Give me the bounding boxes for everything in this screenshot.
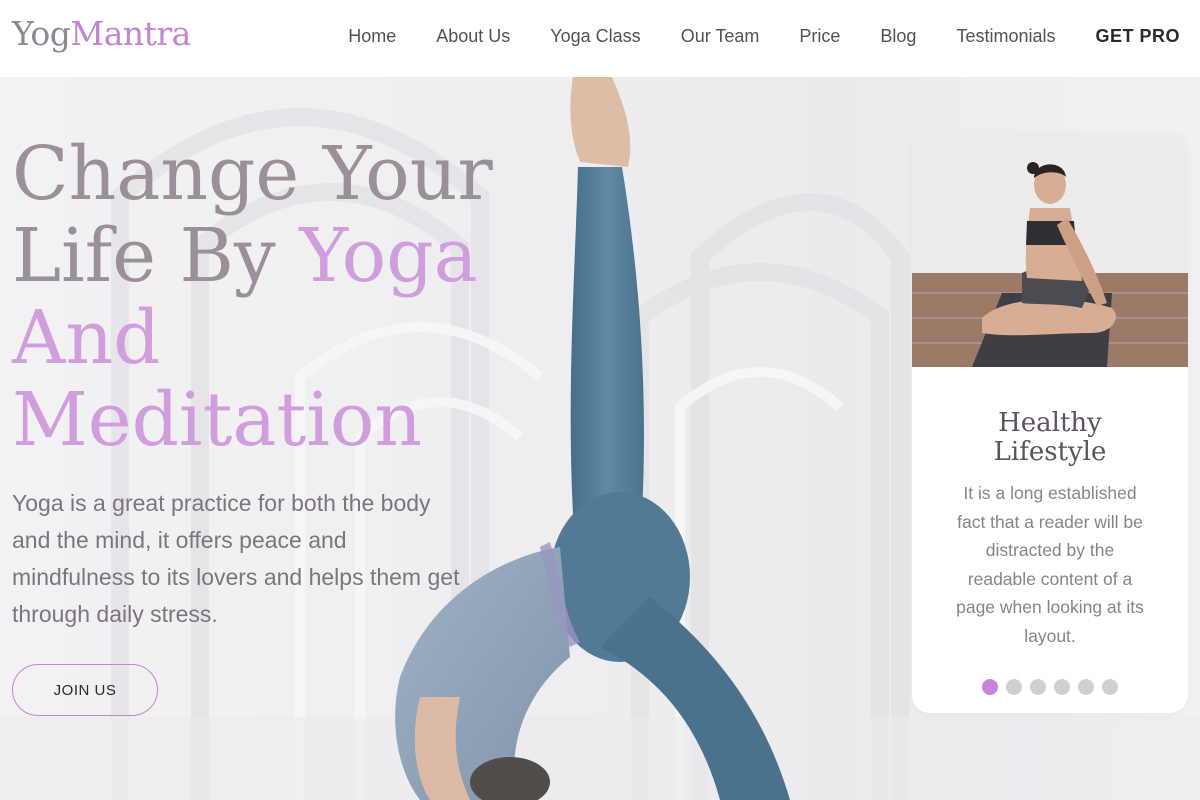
hero-headline: Change Your Life By Yoga And Meditation xyxy=(12,133,493,461)
main-nav: Home About Us Yoga Class Our Team Price … xyxy=(308,26,1180,47)
card-text: It is a long established fact that a rea… xyxy=(956,483,1144,646)
carousel-dot-5[interactable] xyxy=(1078,679,1094,695)
headline-line-4: Meditation xyxy=(12,377,423,463)
card-image xyxy=(912,133,1188,367)
headline-line-2-accent: Yoga xyxy=(299,213,478,299)
hero-section: Change Your Life By Yoga And Meditation … xyxy=(0,77,1200,800)
nav-home[interactable]: Home xyxy=(348,26,396,47)
site-header: YogMantra Home About Us Yoga Class Our T… xyxy=(0,0,1200,77)
headline-line-1: Change Your xyxy=(12,131,493,217)
nav-yoga-class[interactable]: Yoga Class xyxy=(550,26,640,47)
headline-line-2-start: Life By xyxy=(12,213,300,299)
nav-testimonials[interactable]: Testimonials xyxy=(956,26,1055,47)
headline-line-3: And xyxy=(12,295,161,381)
get-pro-link[interactable]: GET PRO xyxy=(1095,26,1180,47)
logo-part-1: Yog xyxy=(12,14,71,53)
nav-about-us[interactable]: About Us xyxy=(436,26,510,47)
nav-blog[interactable]: Blog xyxy=(880,26,916,47)
carousel-dot-2[interactable] xyxy=(1006,679,1022,695)
headline-line-2: Life By Yoga xyxy=(12,215,493,297)
logo-part-2: Mantra xyxy=(70,14,191,53)
feature-card: Healthy Lifestyle It is a long establish… xyxy=(912,133,1188,713)
card-title-line-1: Healthy xyxy=(998,408,1102,438)
nav-price[interactable]: Price xyxy=(799,26,840,47)
carousel-dots xyxy=(912,679,1188,695)
join-us-button[interactable]: JOIN US xyxy=(12,664,158,716)
nav-our-team[interactable]: Our Team xyxy=(681,26,760,47)
card-title-line-2: Lifestyle xyxy=(993,437,1107,467)
carousel-dot-6[interactable] xyxy=(1102,679,1118,695)
logo[interactable]: YogMantra xyxy=(12,14,191,53)
carousel-dot-1[interactable] xyxy=(982,679,998,695)
card-title: Healthy Lifestyle xyxy=(912,409,1188,467)
carousel-dot-3[interactable] xyxy=(1030,679,1046,695)
hero-description: Yoga is a great practice for both the bo… xyxy=(12,490,460,627)
carousel-dot-4[interactable] xyxy=(1054,679,1070,695)
